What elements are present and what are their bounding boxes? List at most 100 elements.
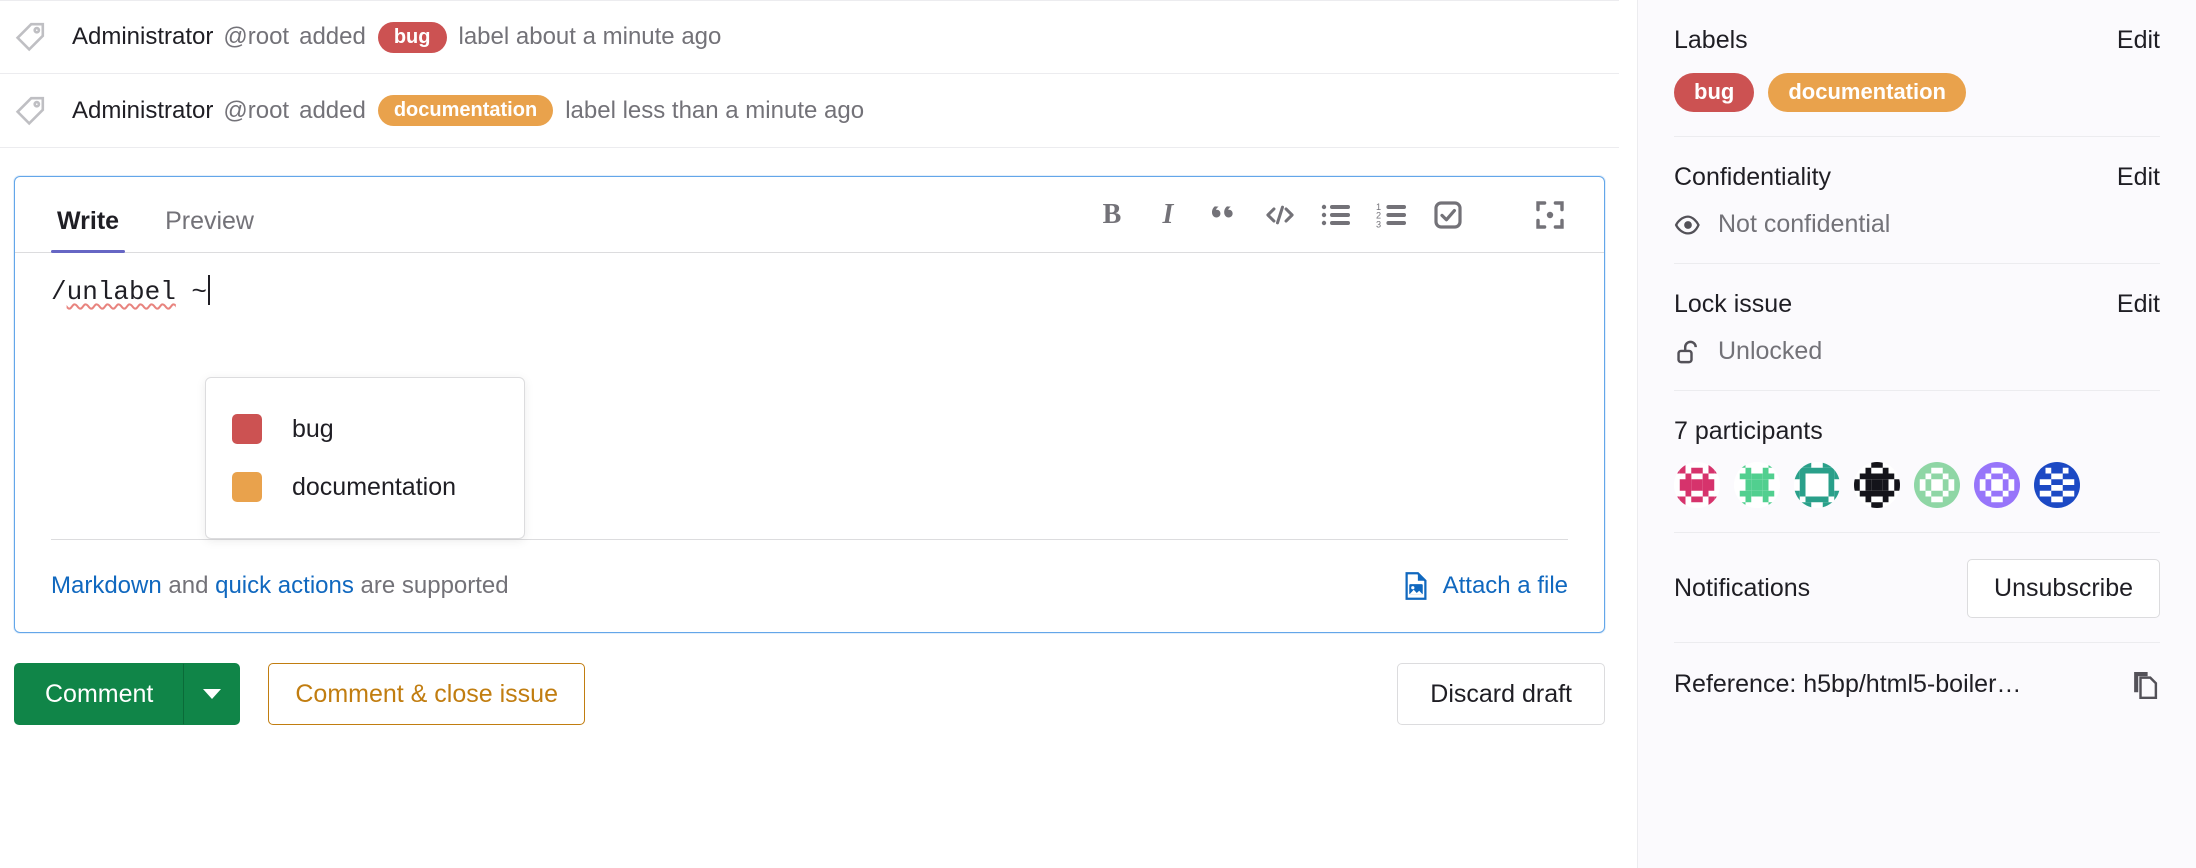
participants-title: 7 participants: [1674, 417, 1823, 445]
participant-avatar-2[interactable]: [1734, 462, 1780, 508]
note-label-pill[interactable]: documentation: [377, 95, 554, 126]
italic-icon[interactable]: I: [1140, 190, 1196, 240]
lock-value-row: Unlocked: [1674, 337, 2160, 366]
comment-text-prefix: /: [51, 277, 67, 307]
unlock-icon: [1674, 338, 1702, 366]
notifications-row: Notifications Unsubscribe: [1674, 559, 2160, 618]
text-caret: [208, 275, 211, 305]
note-author-handle[interactable]: @root: [223, 94, 289, 128]
svg-text:3: 3: [1376, 219, 1381, 229]
issue-page: Administrator @root added bug label abou…: [0, 0, 2196, 868]
participant-avatar-1[interactable]: [1674, 462, 1720, 508]
quote-icon[interactable]: [1196, 190, 1252, 240]
label-color-swatch: [232, 472, 262, 502]
note-time-text: label less than a minute ago: [565, 96, 865, 124]
markdown-link[interactable]: Markdown: [51, 572, 162, 599]
comment-editor: Write Preview B I 1 2 3 /unlabel ~ bug d…: [14, 176, 1605, 633]
confidentiality-value: Not confidential: [1718, 210, 1891, 238]
labels-edit-button[interactable]: Edit: [2117, 26, 2160, 55]
editor-toolbar: B I 1 2 3: [1084, 190, 1578, 252]
comment-text-value: /unlabel ~: [51, 275, 211, 307]
system-notes-list: Administrator @root added bug label abou…: [0, 0, 1619, 148]
lock-issue-edit-button[interactable]: Edit: [2117, 290, 2160, 319]
system-note: Administrator @root added documentation …: [0, 74, 1619, 148]
notifications-title: Notifications: [1674, 574, 1811, 602]
system-note-text: Administrator @root added bug label abou…: [72, 20, 721, 54]
attach-file-button[interactable]: Attach a file: [1401, 571, 1568, 601]
note-verb: added: [299, 96, 366, 124]
lock-issue-title: Lock issue: [1674, 290, 1793, 318]
comment-options-toggle[interactable]: [184, 663, 241, 725]
tab-preview[interactable]: Preview: [159, 207, 260, 252]
sidebar-labels-block: Labels Edit bug documentation: [1674, 0, 2160, 137]
label-color-swatch: [232, 414, 262, 444]
comment-button[interactable]: Comment: [14, 663, 185, 725]
reference-text: Reference: h5bp/html5-boiler…: [1674, 669, 2022, 698]
fullscreen-icon[interactable]: [1522, 190, 1578, 240]
participant-avatar-3[interactable]: [1794, 462, 1840, 508]
discard-draft-button[interactable]: Discard draft: [1397, 663, 1605, 725]
help-supported-text: are supported: [353, 571, 509, 599]
bullet-list-icon[interactable]: [1308, 190, 1364, 240]
note-author[interactable]: Administrator: [72, 20, 213, 54]
confidentiality-title: Confidentiality: [1674, 163, 1832, 191]
editor-footer: Markdown and quick actions are supported…: [51, 539, 1568, 631]
sidebar-lock-block: Lock issue Edit Unlocked: [1674, 264, 2160, 391]
unsubscribe-button[interactable]: Unsubscribe: [1967, 559, 2160, 618]
sidebar-confidentiality-header: Confidentiality Edit: [1674, 163, 2160, 192]
confidentiality-value-row: Not confidential: [1674, 210, 2160, 239]
autocomplete-item-documentation[interactable]: documentation: [206, 458, 524, 516]
attach-file-label: Attach a file: [1442, 571, 1568, 599]
comment-textarea[interactable]: /unlabel ~ bug documentation: [15, 253, 1604, 539]
comment-actions: Comment Comment & close issue Discard dr…: [14, 663, 1605, 725]
autocomplete-item-bug[interactable]: bug: [206, 400, 524, 458]
confidentiality-edit-button[interactable]: Edit: [2117, 163, 2160, 192]
note-verb: added: [299, 23, 366, 51]
issue-sidebar: Labels Edit bug documentation Confidenti…: [1637, 0, 2196, 868]
editor-tabs: Write Preview: [51, 177, 294, 253]
bold-icon[interactable]: B: [1084, 190, 1140, 240]
editor-header: Write Preview B I 1 2 3: [15, 177, 1604, 253]
system-note: Administrator @root added bug label abou…: [0, 0, 1619, 74]
task-list-icon[interactable]: [1420, 190, 1476, 240]
participant-avatar-6[interactable]: [1974, 462, 2020, 508]
main-content: Administrator @root added bug label abou…: [0, 0, 1637, 868]
copy-icon[interactable]: [2130, 669, 2160, 699]
participants-avatars: [1674, 462, 2160, 508]
code-icon[interactable]: [1252, 190, 1308, 240]
sidebar-label-documentation[interactable]: documentation: [1768, 73, 1966, 112]
autocomplete-item-label: documentation: [292, 472, 457, 501]
tab-write[interactable]: Write: [51, 207, 126, 253]
quick-actions-link[interactable]: quick actions: [215, 572, 354, 599]
chevron-down-icon: [203, 689, 222, 699]
eye-icon: [1674, 211, 1702, 239]
participant-avatar-5[interactable]: [1914, 462, 1960, 508]
comment-button-group: Comment: [14, 663, 241, 725]
label-autocomplete-dropdown: bug documentation: [205, 377, 525, 539]
participant-avatar-4[interactable]: [1854, 462, 1900, 508]
numbered-list-icon[interactable]: 1 2 3: [1364, 190, 1420, 240]
image-file-icon: [1401, 571, 1431, 601]
sidebar-labels-header: Labels Edit: [1674, 26, 2160, 55]
labels-title: Labels: [1674, 26, 1748, 54]
label-tag-icon: [12, 19, 48, 55]
sidebar-labels-list: bug documentation: [1674, 73, 2160, 112]
sidebar-reference-block: Reference: h5bp/html5-boiler…: [1674, 643, 2160, 723]
note-time-text: label about a minute ago: [458, 23, 722, 51]
help-and-text: and: [161, 571, 216, 599]
sidebar-lock-header: Lock issue Edit: [1674, 290, 2160, 319]
editor-help-text: Markdown and quick actions are supported: [51, 572, 509, 600]
note-author-handle[interactable]: @root: [223, 20, 289, 54]
comment-and-close-issue-button[interactable]: Comment & close issue: [268, 663, 585, 725]
sidebar-participants-block: 7 participants: [1674, 391, 2160, 533]
label-tag-icon: [12, 93, 48, 129]
lock-value: Unlocked: [1718, 337, 1823, 365]
note-author[interactable]: Administrator: [72, 94, 213, 128]
participant-avatar-7[interactable]: [2034, 462, 2080, 508]
note-label-pill[interactable]: bug: [377, 21, 447, 53]
sidebar-label-bug[interactable]: bug: [1674, 73, 1755, 112]
comment-text-command: unlabel: [66, 277, 176, 307]
sidebar-confidentiality-block: Confidentiality Edit Not confidential: [1674, 137, 2160, 264]
sidebar-notifications-block: Notifications Unsubscribe: [1674, 533, 2160, 643]
reference-row: Reference: h5bp/html5-boiler…: [1674, 669, 2160, 699]
